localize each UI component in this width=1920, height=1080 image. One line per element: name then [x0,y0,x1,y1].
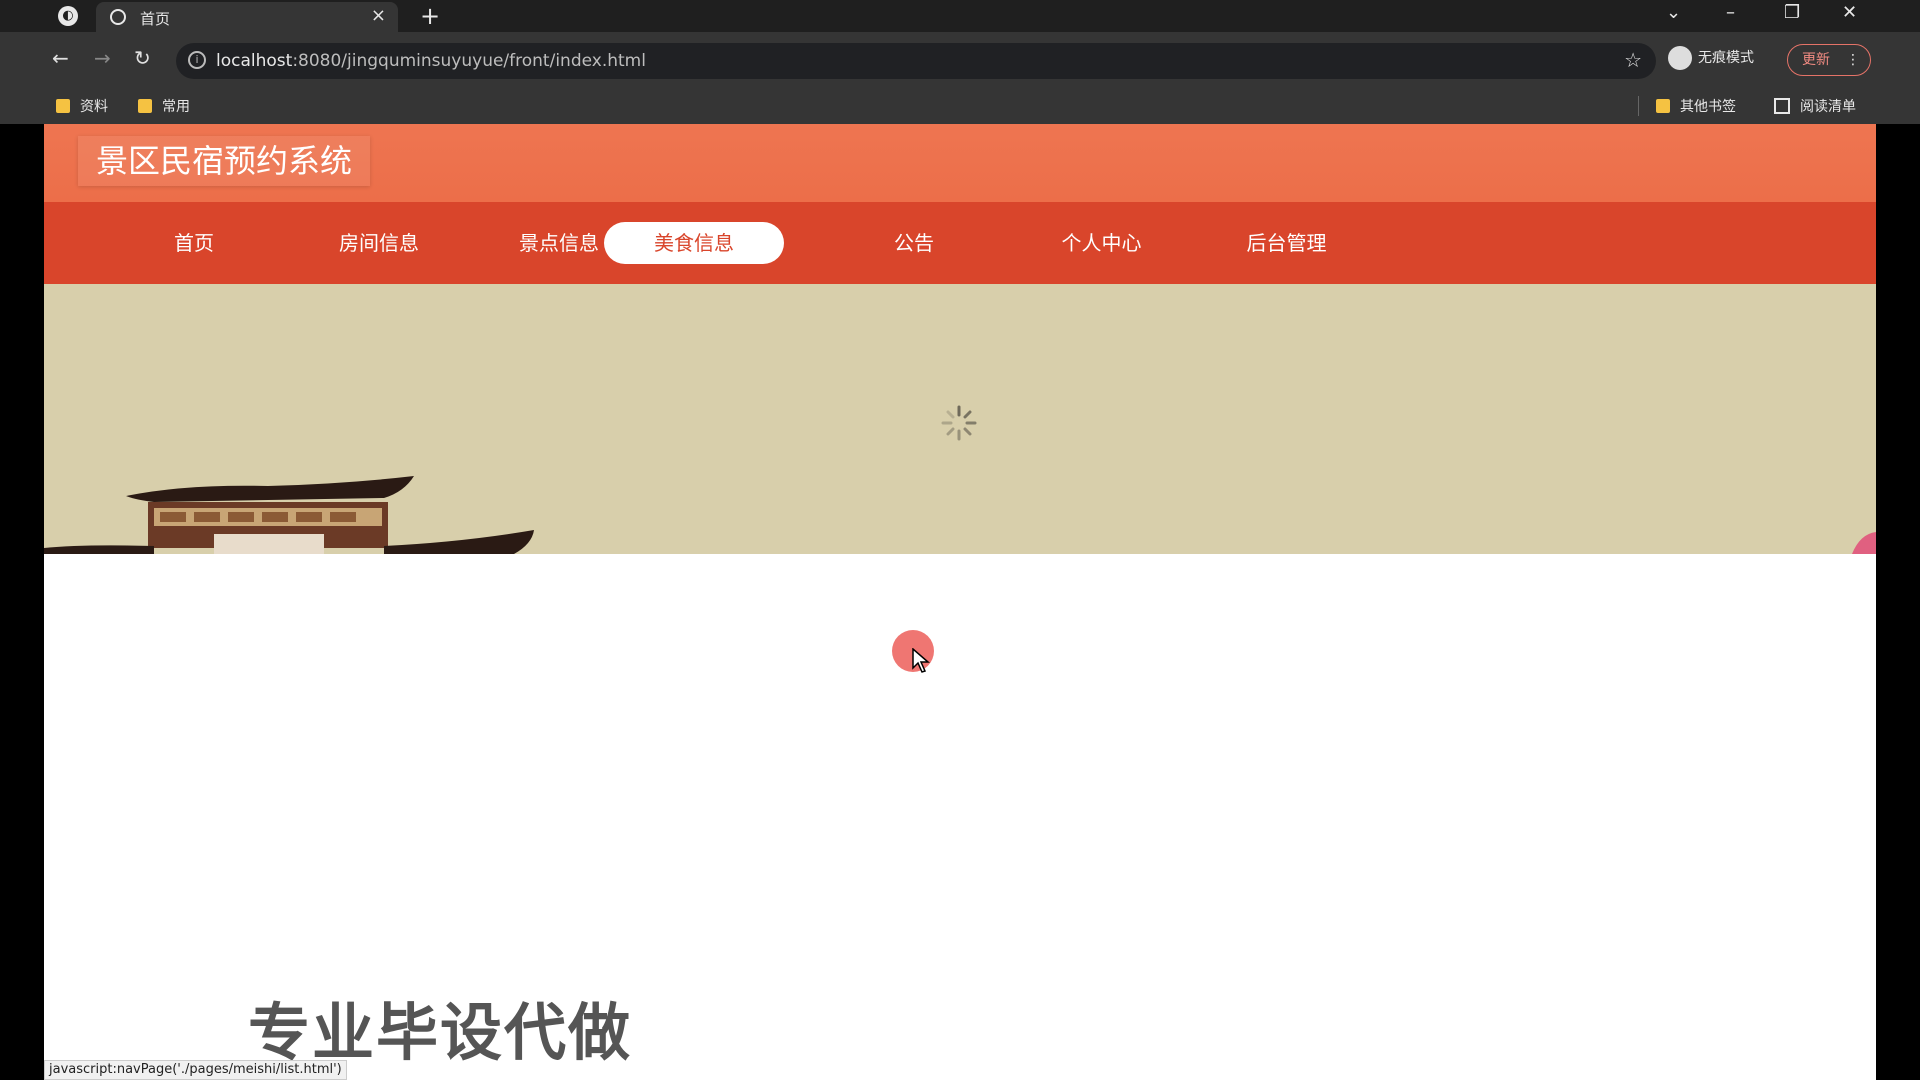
folder-icon [138,99,152,113]
site-header: 景区民宿预约系统 [44,124,1876,202]
close-window-icon[interactable]: ✕ [1842,2,1857,23]
more-menu-icon[interactable]: ⋮ [1846,45,1860,75]
folder-icon [1656,99,1670,113]
tab-title: 首页 [140,10,171,28]
new-tab-button[interactable]: + [420,2,440,30]
globe-icon [110,9,126,25]
browser-menu-icon[interactable]: ◐ [58,6,78,26]
site-info-icon[interactable]: i [188,51,206,69]
mouse-cursor-icon [912,648,930,673]
incognito-indicator[interactable]: 无痕模式 [1668,46,1754,70]
restore-icon[interactable]: ❐ [1784,2,1800,23]
pagoda-illustration [44,476,534,554]
page-viewport: 景区民宿预约系统 首页 房间信息 景点信息 美食信息 公告 个人中心 后台管理 [44,124,1876,1080]
reading-list[interactable]: 阅读清单 [1774,96,1856,116]
reload-icon[interactable]: ↻ [134,46,151,70]
flower-decoration [1852,532,1876,554]
folder-icon [56,99,70,113]
nav-user-center[interactable]: 个人中心 [1014,222,1189,264]
watermark-text: 专业毕设代做 [248,996,633,1069]
address-bar[interactable]: i localhost:8080/jingquminsuyuyue/front/… [176,43,1656,79]
other-bookmarks[interactable]: 其他书签 [1656,96,1736,116]
bookmark-folder-changyong[interactable]: 常用 [138,96,190,116]
nav-rooms[interactable]: 房间信息 [294,222,464,264]
nav-food[interactable]: 美食信息 [604,222,784,264]
bookmarks-bar: 资料 常用 其他书签 阅读清单 [0,88,1920,124]
site-title: 景区民宿预约系统 [78,136,371,186]
browser-toolbar: ← → ↻ i localhost:8080/jingquminsuyuyue/… [0,32,1920,88]
url-text[interactable]: localhost:8080/jingquminsuyuyue/front/in… [216,51,646,71]
tab-search-icon[interactable]: ⌄ [1666,2,1681,23]
nav-notices[interactable]: 公告 [834,222,994,264]
reading-list-icon [1774,98,1790,114]
screen-border-right [1876,0,1920,1080]
banner [44,284,1876,554]
browser-tab[interactable]: 首页 × [96,2,398,32]
browser-tab-strip: ◐ 首页 × + ⌄ – ❐ ✕ [0,0,1920,32]
minimize-icon[interactable]: – [1726,2,1735,23]
incognito-icon [1668,46,1692,70]
forward-icon[interactable]: → [94,46,111,70]
loading-spinner-icon [941,405,977,441]
screen-border-left [0,0,44,1080]
back-icon[interactable]: ← [52,46,69,70]
tab-close-button[interactable]: × [371,5,386,26]
nav-admin[interactable]: 后台管理 [1199,222,1374,264]
main-nav: 首页 房间信息 景点信息 美食信息 公告 个人中心 后台管理 [44,202,1876,284]
browser-status-bar: javascript:navPage('./pages/meishi/list.… [44,1060,347,1080]
update-button[interactable]: 更新 ⋮ [1787,44,1871,76]
nav-home[interactable]: 首页 [114,222,274,264]
bookmark-divider [1638,96,1639,116]
bookmark-star-icon[interactable]: ☆ [1624,48,1642,72]
bookmark-folder-ziliao[interactable]: 资料 [56,96,108,116]
